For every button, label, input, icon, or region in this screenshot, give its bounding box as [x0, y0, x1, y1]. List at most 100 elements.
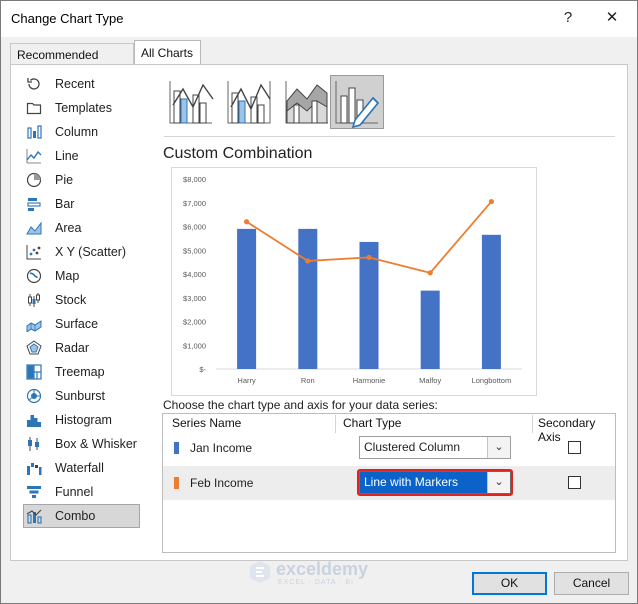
- sidebar-item-map[interactable]: Map: [14, 264, 140, 288]
- exceldemy-logo-icon: [250, 561, 270, 583]
- secondary-axis-checkbox-jan-income[interactable]: [568, 441, 581, 454]
- y-tick-label: $5,000: [183, 246, 206, 255]
- combo-chart: $- $1,000 $2,000 $3,000 $4,000 $5,000 $6,000 $7…: [183, 175, 522, 385]
- templates-icon: [26, 102, 42, 115]
- surface-chart-icon: [26, 320, 42, 332]
- tab-recommended-charts[interactable]: Recommended Charts: [10, 43, 134, 84]
- sidebar-item-box-whisker[interactable]: Box & Whisker: [14, 432, 140, 456]
- sidebar-item-treemap[interactable]: Treemap: [14, 360, 140, 384]
- clustered-column-line-icon: [169, 81, 214, 124]
- watermark-name: exceldemy: [276, 559, 369, 579]
- y-tick-label: $6,000: [183, 223, 206, 232]
- combo-type-clustered-column-line[interactable]: [164, 75, 218, 129]
- x-tick-label: Longbottom: [472, 376, 512, 385]
- x-tick-label: Ron: [301, 376, 315, 385]
- sidebar-item-label: Box & Whisker: [55, 437, 137, 451]
- sidebar-item-label: Line: [55, 149, 79, 163]
- combo-type-custom-combination[interactable]: [330, 75, 384, 129]
- y-tick-label: $2,000: [183, 318, 206, 327]
- dialog-title: Change Chart Type: [11, 11, 124, 26]
- series-name: Feb Income: [190, 476, 254, 490]
- sidebar-item-column[interactable]: Column: [14, 120, 140, 144]
- sidebar-item-bar[interactable]: Bar: [14, 192, 140, 216]
- bar-ron: [298, 228, 318, 369]
- dropdown-value: Clustered Column: [364, 440, 461, 454]
- sidebar-item-area[interactable]: Area: [14, 216, 140, 240]
- combo-chart-icon: [26, 509, 42, 524]
- sidebar-item-label: Column: [55, 125, 99, 139]
- sidebar-item-templates[interactable]: Templates: [14, 96, 140, 120]
- watermark: exceldemy EXCEL · DATA · BI: [248, 556, 408, 588]
- x-tick-label: Harry: [237, 376, 256, 385]
- y-tick-label: $-: [199, 365, 206, 374]
- sidebar-item-label: Stock: [55, 293, 87, 307]
- bar-malfoy: [420, 290, 440, 369]
- sidebar-item-label: Combo: [55, 509, 96, 523]
- x-tick-label: Malfoy: [419, 376, 441, 385]
- series-row-jan-income: Jan Income Clustered Column ⌄: [163, 431, 615, 465]
- section-title: Custom Combination: [163, 145, 313, 162]
- combo-type-stacked-area-clustered-column[interactable]: [280, 75, 334, 129]
- x-tick-label: Harmonie: [353, 376, 386, 385]
- tab-strip: Recommended Charts All Charts: [1, 37, 637, 84]
- sidebar-item-label: Recent: [55, 77, 95, 91]
- header-series-name: Series Name: [172, 416, 242, 430]
- sidebar-item-combo[interactable]: Combo: [23, 504, 140, 528]
- tab-all-charts[interactable]: All Charts: [134, 40, 201, 66]
- sidebar-item-label: Radar: [55, 341, 90, 355]
- sidebar-item-stock[interactable]: Stock: [14, 288, 140, 312]
- y-tick-label: $4,000: [183, 270, 206, 279]
- sidebar-item-label: Bar: [55, 197, 75, 211]
- sidebar-item-waterfall[interactable]: Waterfall: [14, 456, 140, 480]
- sidebar-item-label: Area: [55, 221, 82, 235]
- cancel-button[interactable]: Cancel: [554, 572, 629, 595]
- map-chart-icon: [26, 268, 42, 284]
- area-chart-icon: [26, 221, 42, 235]
- sidebar-item-label: Funnel: [55, 485, 94, 499]
- sidebar-item-line[interactable]: Line: [14, 144, 140, 168]
- header-chart-type: Chart Type: [343, 416, 402, 430]
- sidebar-item-label: Treemap: [55, 365, 105, 379]
- line-marker-harry: [244, 219, 250, 225]
- sidebar-item-histogram[interactable]: Histogram: [14, 408, 140, 432]
- ok-button[interactable]: OK: [472, 572, 547, 595]
- chevron-down-icon[interactable]: ⌄: [487, 437, 510, 458]
- sidebar-item-label: X Y (Scatter): [55, 245, 127, 259]
- series-table: Series Name Chart Type Secondary Axis Ja…: [162, 413, 616, 553]
- waterfall-chart-icon: [27, 463, 42, 475]
- y-tick-label: $8,000: [183, 175, 206, 184]
- sidebar-item-pie[interactable]: Pie: [14, 168, 140, 192]
- line-marker-longbottom: [488, 198, 494, 205]
- y-tick-label: $7,000: [183, 199, 206, 208]
- series-row-feb-income: Feb Income Line with Markers ⌄: [163, 466, 615, 500]
- series-instruction: Choose the chart type and axis for your …: [163, 398, 438, 412]
- sidebar-item-label: Pie: [55, 173, 74, 187]
- sidebar-item-sunburst[interactable]: Sunburst: [14, 384, 140, 408]
- combo-type-clustered-column-line-secondary[interactable]: [222, 75, 276, 129]
- y-tick-label: $1,000: [183, 341, 206, 350]
- bar-chart-icon: [27, 198, 41, 211]
- series-name: Jan Income: [190, 441, 253, 455]
- chart-type-dropdown-feb-income[interactable]: Line with Markers ⌄: [359, 471, 511, 494]
- box-whisker-chart-icon: [28, 437, 39, 451]
- sidebar-item-recent[interactable]: Recent: [14, 72, 140, 96]
- sidebar-item-label: Surface: [55, 317, 99, 331]
- sidebar-item-surface[interactable]: Surface: [14, 312, 140, 336]
- stock-chart-icon: [28, 293, 40, 307]
- bar-longbottom: [481, 234, 501, 369]
- chart-preview: $- $1,000 $2,000 $3,000 $4,000 $5,000 $6,000 $7…: [171, 167, 537, 396]
- radar-chart-icon: [26, 340, 42, 355]
- help-button[interactable]: ?: [556, 7, 580, 29]
- chevron-down-icon[interactable]: ⌄: [487, 472, 510, 493]
- line-marker-malfoy: [427, 270, 433, 276]
- sidebar-item-label: Waterfall: [55, 461, 104, 475]
- sidebar-item-radar[interactable]: Radar: [14, 336, 140, 360]
- stacked-area-clustered-column-icon: [285, 81, 328, 124]
- sidebar-item-scatter[interactable]: X Y (Scatter): [14, 240, 140, 264]
- close-button[interactable]: ✕: [600, 7, 624, 29]
- sidebar-item-funnel[interactable]: Funnel: [14, 480, 140, 504]
- sidebar-item-label: Histogram: [55, 413, 112, 427]
- chart-type-dropdown-jan-income[interactable]: Clustered Column ⌄: [359, 436, 511, 459]
- secondary-axis-checkbox-feb-income[interactable]: [568, 476, 581, 489]
- sidebar-item-label: Map: [55, 269, 80, 283]
